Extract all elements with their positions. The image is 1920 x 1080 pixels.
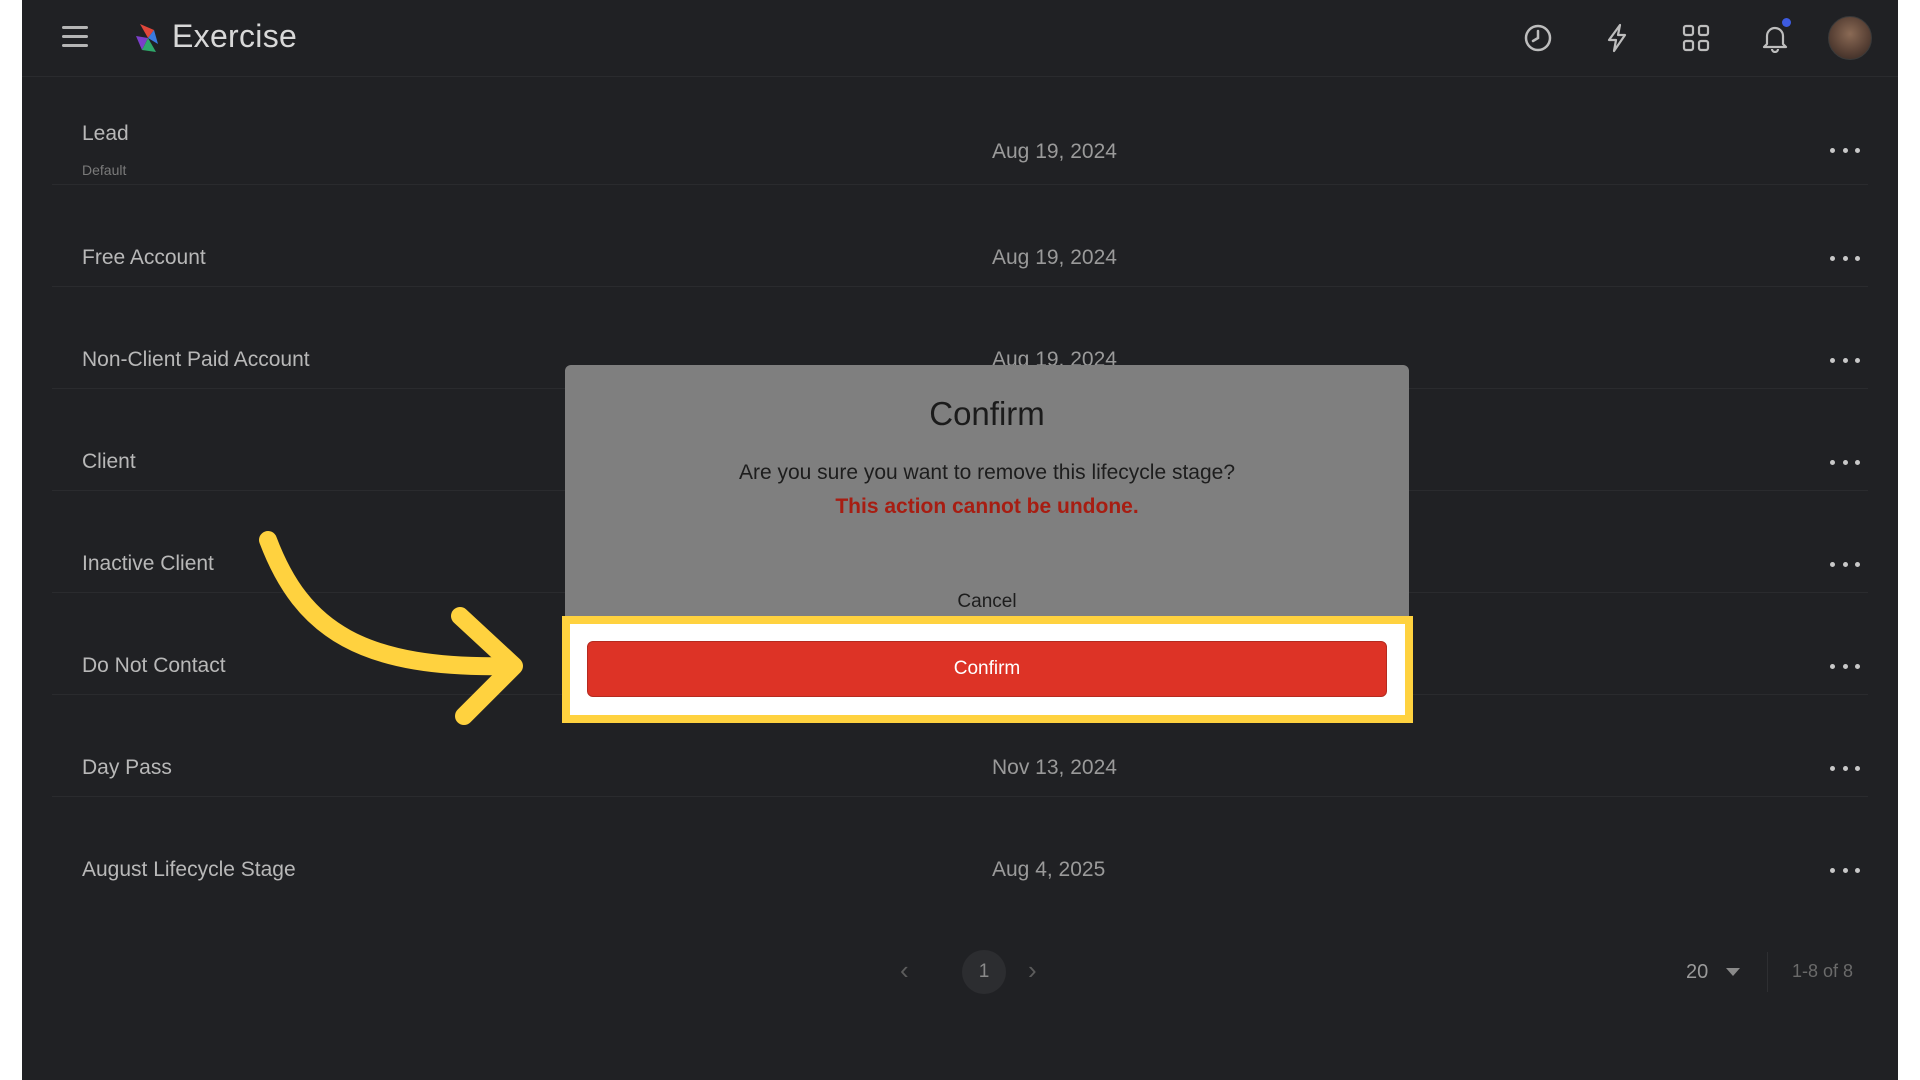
row-name: Client <box>82 450 136 473</box>
table-row[interactable]: August Lifecycle Stage Aug 4, 2025 <box>52 796 1868 898</box>
page-number-button[interactable]: 1 <box>962 950 1006 994</box>
bell-icon[interactable] <box>1757 18 1793 56</box>
row-date: Aug 19, 2024 <box>992 246 1117 269</box>
dialog-title: Confirm <box>929 395 1045 432</box>
more-options-icon[interactable] <box>1830 860 1860 880</box>
notification-dot <box>1782 18 1791 27</box>
more-options-icon[interactable] <box>1830 758 1860 778</box>
per-page-select[interactable]: 20 <box>1674 952 1768 992</box>
table-row[interactable]: Lead Default Aug 19, 2024 <box>52 80 1868 185</box>
menu-icon[interactable] <box>62 26 88 48</box>
more-options-icon[interactable] <box>1830 140 1860 160</box>
more-options-icon[interactable] <box>1830 554 1860 574</box>
top-bar: Exercise <box>22 0 1898 77</box>
confirm-button[interactable]: Confirm <box>587 641 1387 697</box>
apps-grid-icon[interactable] <box>1678 20 1714 56</box>
pagination-range: 1-8 of 8 <box>1792 961 1854 981</box>
cancel-button[interactable]: Cancel <box>565 591 1409 613</box>
more-options-icon[interactable] <box>1830 248 1860 268</box>
chevron-down-icon <box>1726 968 1741 976</box>
per-page-value: 20 <box>1686 960 1709 983</box>
row-date: Nov 13, 2024 <box>992 756 1117 779</box>
row-date: Aug 19, 2024 <box>992 140 1117 163</box>
app-logo-icon <box>136 24 158 52</box>
row-name: Lead <box>82 122 129 145</box>
row-name: August Lifecycle Stage <box>82 858 296 881</box>
row-name: Free Account <box>82 246 206 269</box>
dialog-warning: This action cannot be undone. <box>835 495 1139 518</box>
row-name: Inactive Client <box>82 552 214 575</box>
row-name: Non-Client Paid Account <box>82 348 310 371</box>
prev-page-button[interactable]: ‹ <box>900 955 909 986</box>
avatar[interactable] <box>1828 16 1872 60</box>
more-options-icon[interactable] <box>1830 350 1860 370</box>
callout-arrow-icon <box>259 531 523 725</box>
app-window: Exercise Lead Default Aug 19, 2024 Free … <box>22 0 1898 1080</box>
app-title: Exercise <box>172 18 298 54</box>
bolt-icon[interactable] <box>1599 20 1635 56</box>
more-options-icon[interactable] <box>1830 452 1860 472</box>
history-icon[interactable] <box>1520 20 1556 56</box>
next-page-button[interactable]: › <box>1028 955 1037 986</box>
table-row[interactable]: Free Account Aug 19, 2024 <box>52 184 1868 287</box>
row-date: Aug 4, 2025 <box>992 858 1106 881</box>
more-options-icon[interactable] <box>1830 656 1860 676</box>
row-name: Do Not Contact <box>82 654 226 677</box>
dialog-message: Are you sure you want to remove this lif… <box>738 461 1236 484</box>
row-name: Day Pass <box>82 756 172 779</box>
row-subtitle: Default <box>82 162 127 178</box>
